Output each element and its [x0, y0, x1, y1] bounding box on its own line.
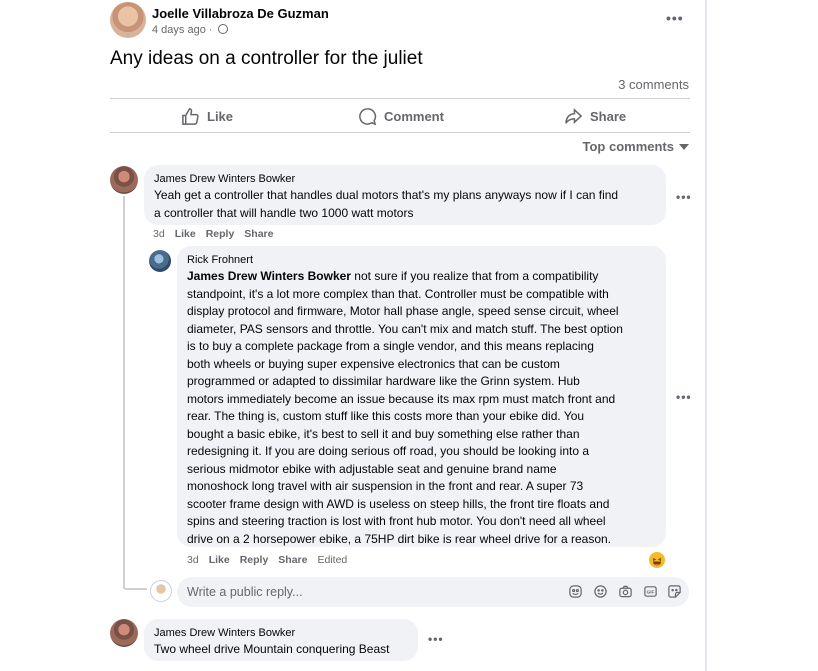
reply-more-button[interactable]: •••: [676, 390, 692, 404]
comment-bubble: James Drew Winters Bowker Yeah get a con…: [144, 165, 666, 225]
reply-text-segment: not sure if you realize that from a comp…: [350, 269, 599, 283]
reply-share-button[interactable]: Share: [278, 554, 307, 566]
reply-text-line: monoshock long travel with air suspensio…: [187, 479, 584, 493]
post-more-button[interactable]: •••: [666, 10, 684, 26]
divider-top: [110, 98, 690, 99]
comment-author[interactable]: James Drew Winters Bowker: [154, 172, 656, 186]
sticker-icon[interactable]: [667, 584, 682, 599]
reply-bubble: Rick Frohnert James Drew Winters Bowker …: [177, 246, 666, 547]
current-user-avatar[interactable]: [150, 580, 172, 602]
comment-share-button[interactable]: Share: [244, 228, 273, 240]
thumbs-up-icon: [182, 107, 199, 125]
edited-label: Edited: [317, 554, 348, 566]
comment-text-line: a controller that will handle two 1000 w…: [154, 205, 414, 220]
post-header: Joelle Villabroza De Guzman 4 days ago ·: [110, 2, 690, 42]
laughing-face-icon: [652, 558, 662, 566]
post-timestamp[interactable]: 4 days ago ·: [152, 24, 228, 36]
sort-comments-button[interactable]: Top comments: [582, 139, 689, 154]
replier-avatar[interactable]: [149, 250, 171, 272]
gif-icon[interactable]: GIF: [643, 584, 658, 599]
comment-actions: 3d Like Reply Share: [153, 228, 273, 240]
commenter-avatar[interactable]: [110, 166, 138, 194]
reply-text-line: scooter frame design with AWD is useless…: [187, 496, 610, 511]
comment-bubble-icon: [359, 107, 377, 125]
reply-text-line: spins and steering traction is lost with…: [187, 514, 606, 528]
share-label: Share: [590, 108, 627, 124]
camera-icon[interactable]: [618, 584, 633, 599]
comment-more-button[interactable]: •••: [676, 190, 692, 204]
poster-avatar[interactable]: [110, 2, 146, 38]
caret-down-icon: [679, 143, 689, 150]
comment-count[interactable]: 3 comments: [618, 77, 689, 92]
reply-text-line: bought a basic ebike, it's best to sell …: [187, 426, 580, 441]
globe-icon: [217, 24, 228, 34]
laughing-emoji-icon[interactable]: [649, 552, 665, 568]
reply-text-line: programmed or adapted to dissimilar hard…: [187, 374, 580, 388]
reply-actions: 3d Like Reply Share Edited: [187, 554, 347, 566]
emoji-icon[interactable]: [593, 584, 608, 599]
reply-text-line: James Drew Winters Bowker not sure if yo…: [187, 268, 656, 286]
sort-label: Top comments: [582, 139, 675, 154]
feed-right-border: [705, 0, 707, 671]
comment-bubble: James Drew Winters Bowker Two wheel driv…: [144, 619, 418, 661]
thread-line: [123, 196, 125, 589]
reply-text-line: is to buy a complete package from a sing…: [187, 339, 594, 353]
reply-text-line: drive on a 2 horsepower ebike, a 75HP di…: [187, 531, 612, 546]
reply-time[interactable]: 3d: [187, 554, 199, 566]
comment-more-button[interactable]: •••: [428, 632, 444, 646]
share-button[interactable]: Share: [564, 104, 626, 128]
comment-label: Comment: [384, 108, 444, 124]
reply-author[interactable]: Rick Frohnert: [187, 253, 656, 267]
reply-text-line: diameter, PAS sensors and throttle. You …: [187, 321, 623, 336]
reply-text: James Drew Winters Bowker not sure if yo…: [187, 268, 656, 548]
reply-text-line: rear. The thing is, custom stuff like th…: [187, 409, 585, 423]
svg-text:GIF: GIF: [647, 590, 655, 595]
comment-text-line: Yeah get a controller that handles dual …: [154, 188, 619, 202]
share-arrow-icon: [565, 107, 583, 124]
comment-text: Two wheel drive Mountain conquering Beas…: [154, 642, 390, 656]
reply-text-line: display protocol and firmware, Motor hal…: [187, 304, 619, 318]
reply-reply-button[interactable]: Reply: [240, 554, 269, 566]
comment-like-button[interactable]: Like: [175, 228, 196, 240]
comment-time[interactable]: 3d: [153, 228, 165, 240]
avatar-sticker-icon[interactable]: [568, 584, 583, 599]
like-button[interactable]: Like: [181, 104, 233, 128]
like-label: Like: [207, 108, 234, 124]
thread-line-branch: [125, 588, 147, 590]
comment-reply-button[interactable]: Reply: [206, 228, 235, 240]
post-time-text: 4 days ago ·: [152, 24, 213, 36]
reply-input[interactable]: [187, 577, 547, 607]
commenter-avatar[interactable]: [110, 619, 138, 647]
reply-text-line: motors immediately become an issue becau…: [187, 391, 616, 406]
post-text: Any ideas on a controller for the juliet: [110, 48, 423, 69]
comment-button[interactable]: Comment: [358, 104, 444, 128]
reply-text-line: serious midmotor ebike with adjustable s…: [187, 461, 557, 476]
poster-name[interactable]: Joelle Villabroza De Guzman: [152, 6, 329, 21]
divider-bottom: [110, 132, 690, 133]
reply-text-line: redesigning it. If you are doing serious…: [187, 444, 590, 458]
mention-link[interactable]: James Drew Winters Bowker: [187, 269, 351, 283]
comment-text: Yeah get a controller that handles dual …: [154, 187, 656, 222]
reply-text-line: standpoint, it's a lot more complex than…: [187, 286, 609, 301]
comment-author[interactable]: James Drew Winters Bowker: [154, 626, 408, 640]
reply-like-button[interactable]: Like: [209, 554, 230, 566]
reply-text-line: both wheels or buying super expensive el…: [187, 356, 560, 371]
reply-box[interactable]: GIF: [177, 577, 689, 607]
